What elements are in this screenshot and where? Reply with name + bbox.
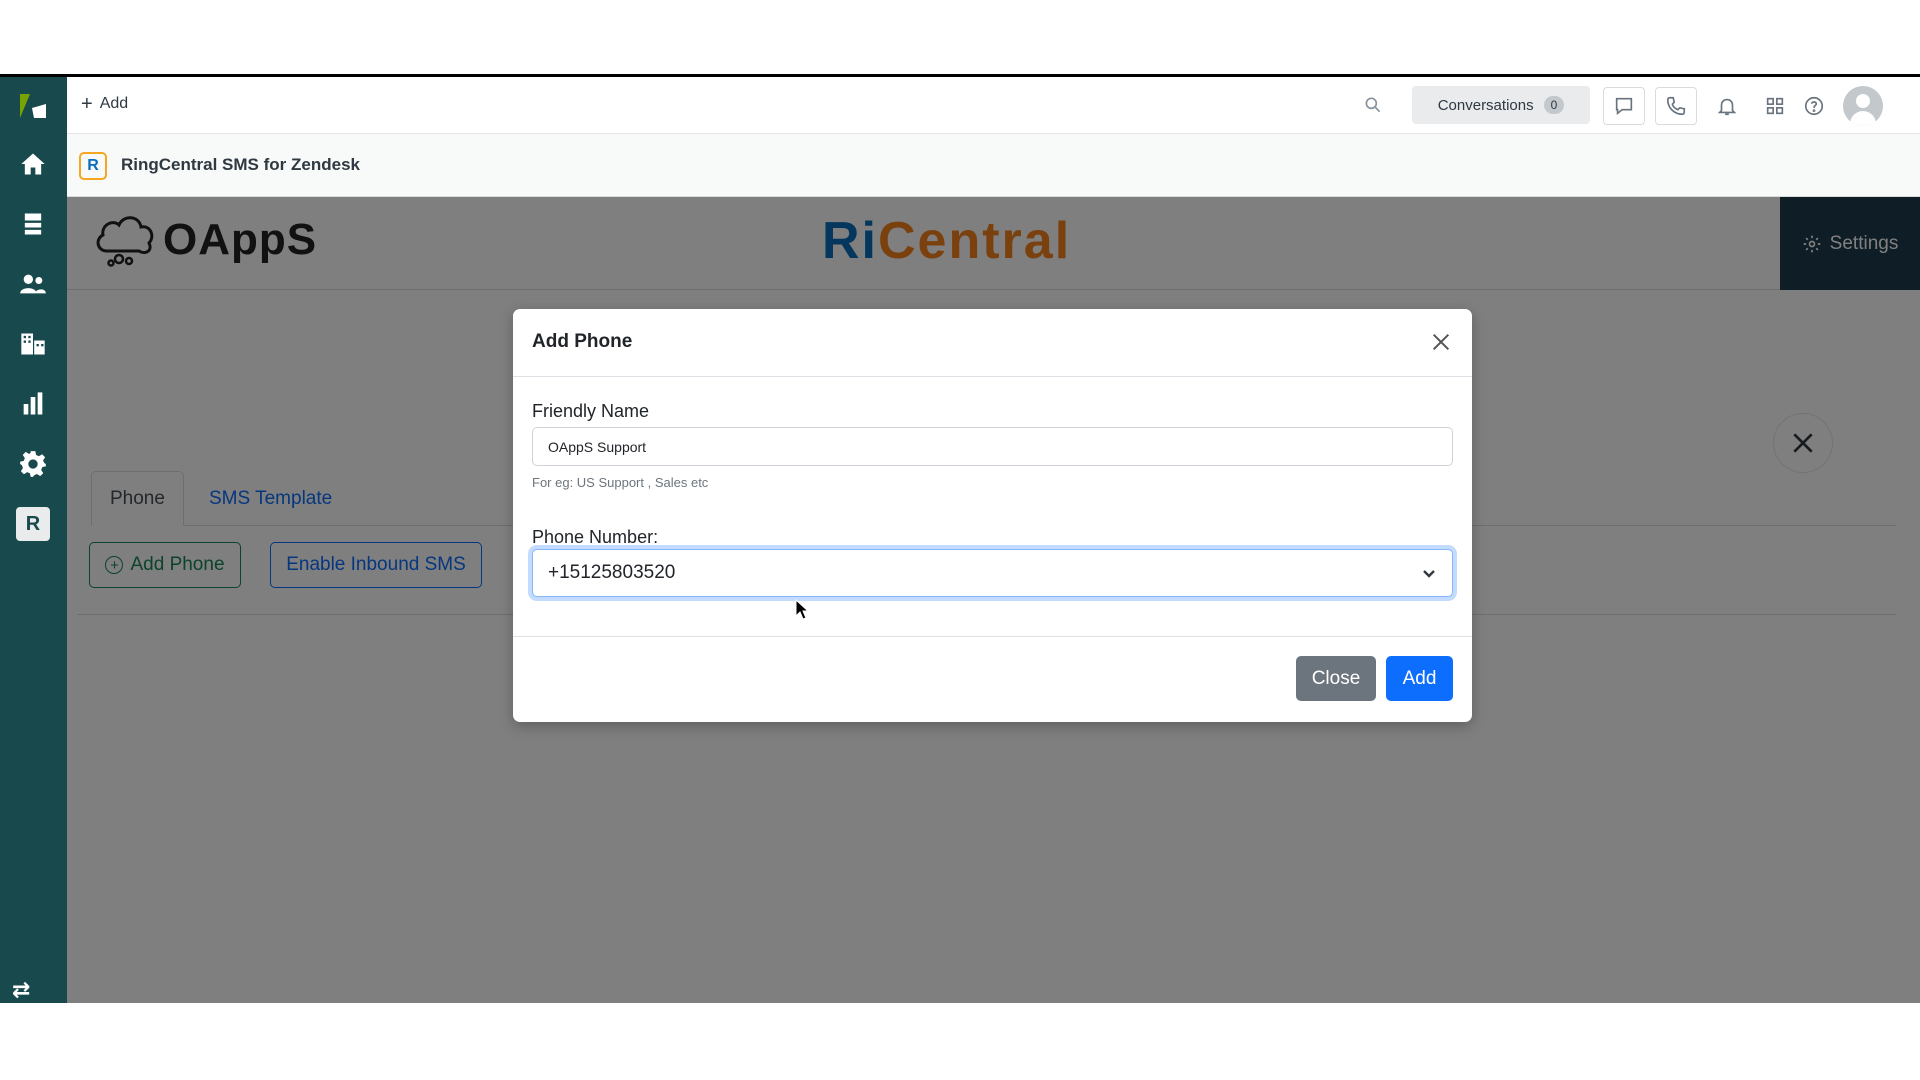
mouse-cursor-icon <box>795 599 809 620</box>
organizations-icon[interactable] <box>15 326 51 362</box>
conversations-label: Conversations <box>1437 96 1534 114</box>
customers-icon[interactable] <box>15 266 51 302</box>
add-label: Add <box>99 95 129 112</box>
chat-icon[interactable] <box>1603 87 1645 125</box>
phone-number-label: Phone Number: <box>532 527 659 547</box>
letterbox-top <box>0 0 1920 77</box>
modal-header: Add Phone <box>513 309 1472 377</box>
app-title: RingCentral SMS for Zendesk <box>121 155 360 174</box>
friendly-name-label: Friendly Name <box>532 401 650 421</box>
chevron-down-icon <box>1423 570 1435 578</box>
notifications-bell-icon[interactable] <box>1712 91 1742 121</box>
ringcentral-app-icon[interactable]: R <box>16 507 50 541</box>
conversations-count-badge: 0 <box>1543 96 1565 114</box>
modal-title: Add Phone <box>532 331 633 352</box>
modal-footer: Close Add <box>513 636 1472 722</box>
phone-number-select[interactable]: +15125803520 <box>532 549 1453 597</box>
ringcentral-app-letter: R <box>25 512 41 535</box>
sidebar: R ⇄ <box>0 77 67 1003</box>
reporting-icon[interactable] <box>15 386 51 422</box>
admin-gear-icon[interactable] <box>15 446 51 482</box>
app-header: R RingCentral SMS for Zendesk <box>67 134 1920 197</box>
conversations-button[interactable]: Conversations 0 <box>1412 86 1590 124</box>
help-icon[interactable] <box>1799 91 1829 121</box>
friendly-name-input[interactable]: OAppS Support <box>532 427 1453 466</box>
app-logo-letter: R <box>87 157 99 174</box>
apps-grid-icon[interactable] <box>1760 91 1790 121</box>
add-button[interactable]: + Add <box>81 93 129 115</box>
zendesk-logo-icon[interactable] <box>15 89 51 125</box>
home-icon[interactable] <box>15 146 51 182</box>
search-icon[interactable] <box>1363 95 1383 115</box>
zendesk-product-icon[interactable]: ⇄ <box>12 977 30 1003</box>
ringcentral-logo-icon: R <box>79 152 107 180</box>
zendesk-app: R ⇄ + Add Conversations 0 R RingCentral … <box>0 77 1920 1003</box>
views-icon[interactable] <box>15 206 51 242</box>
modal-close-icon[interactable] <box>1428 329 1454 355</box>
add-phone-modal: Add Phone Friendly Name OAppS Support Fo… <box>513 309 1472 722</box>
add-button-modal[interactable]: Add <box>1386 656 1453 701</box>
user-avatar[interactable] <box>1843 86 1883 126</box>
phone-number-value: +15125803520 <box>548 562 676 583</box>
friendly-name-help: For eg: US Support , Sales etc <box>532 475 709 490</box>
close-button[interactable]: Close <box>1296 656 1376 701</box>
phone-icon[interactable] <box>1655 87 1697 125</box>
plus-icon: + <box>81 93 93 115</box>
letterbox-bottom <box>0 1003 1920 1080</box>
top-navigation: + Add Conversations 0 <box>67 77 1920 134</box>
